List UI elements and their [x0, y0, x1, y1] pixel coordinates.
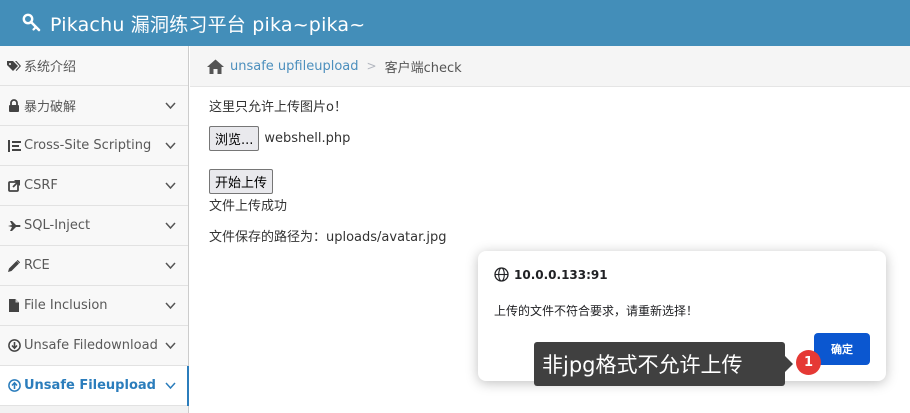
- chevron-down-icon: [165, 302, 176, 310]
- chevron-down-icon: [165, 342, 176, 350]
- annotation-callout: 非jpg格式不允许上传: [534, 342, 785, 386]
- browse-button[interactable]: 浏览...: [209, 126, 260, 151]
- upload-hint: 这里只允许上传图片o！: [209, 100, 347, 115]
- breadcrumb: unsafe upfileupload > 客户端check: [190, 46, 910, 87]
- sidebar-item-label: Cross-Site Scripting: [24, 138, 152, 153]
- sidebar-item-label: 系统介绍: [24, 60, 77, 75]
- sidebar-item-unsafe-fileupload[interactable]: Unsafe Fileupload: [0, 366, 189, 406]
- breadcrumb-current: 客户端check: [384, 60, 462, 76]
- chevron-down-icon: [165, 182, 176, 190]
- sidebar-item-label: CSRF: [24, 178, 58, 193]
- globe-icon: [494, 267, 509, 282]
- key-icon: [22, 13, 41, 32]
- upload-button-row: 开始上传: [209, 169, 274, 194]
- dialog-origin-text: 10.0.0.133:91: [514, 267, 608, 282]
- upload-result: 文件上传成功: [209, 199, 288, 214]
- sidebar-item-xss[interactable]: Cross-Site Scripting: [0, 126, 188, 166]
- download-circle-icon: [7, 339, 21, 353]
- saved-path: 文件保存的路径为：uploads/avatar.jpg: [209, 230, 447, 245]
- sidebar-item-label: 暴力破解: [24, 100, 77, 115]
- home-icon: [207, 59, 224, 74]
- tags-icon: [7, 59, 21, 73]
- sidebar-item-label: SQL-Inject: [24, 218, 91, 233]
- chevron-down-icon: [165, 382, 176, 390]
- dialog-origin: 10.0.0.133:91: [494, 267, 608, 282]
- dialog-ok-button[interactable]: 确定: [814, 333, 870, 365]
- sidebar: 系统介绍 暴力破解 Cross-Site Scripting CSRF SQL-…: [0, 46, 189, 413]
- upload-submit-button[interactable]: 开始上传: [209, 169, 274, 194]
- sidebar-item-csrf[interactable]: CSRF: [0, 166, 188, 206]
- sidebar-item-rce[interactable]: RCE: [0, 246, 188, 286]
- external-link-icon: [7, 179, 21, 193]
- breadcrumb-separator: >: [366, 59, 377, 73]
- sidebar-item-unsafe-filedownload[interactable]: Unsafe Filedownload: [0, 326, 188, 366]
- chevron-down-icon: [165, 222, 176, 230]
- sidebar-item-file-inclusion[interactable]: File Inclusion: [0, 286, 188, 326]
- lock-icon: [7, 99, 21, 113]
- sidebar-item-sql-inject[interactable]: SQL-Inject: [0, 206, 188, 246]
- step-badge: 1: [796, 350, 821, 375]
- chevron-down-icon: [165, 102, 176, 110]
- sidebar-item-label: RCE: [24, 258, 50, 273]
- chevron-down-icon: [165, 142, 176, 150]
- plane-icon: [7, 219, 21, 233]
- upload-circle-icon: [7, 379, 21, 393]
- sidebar-item-label: Unsafe Filedownload: [24, 338, 158, 353]
- callout-arrow: [785, 356, 793, 372]
- app-title[interactable]: Pikachu 漏洞练习平台 pika~pika~: [50, 10, 365, 37]
- top-navbar: Pikachu 漏洞练习平台 pika~pika~: [0, 0, 910, 46]
- pencil-icon: [7, 259, 21, 273]
- dialog-message: 上传的文件不符合要求，请重新选择！: [494, 304, 699, 318]
- file-input-row: 浏览... webshell.php: [209, 126, 350, 151]
- list-tree-icon: [7, 139, 21, 153]
- selected-file-name: webshell.php: [264, 131, 351, 146]
- sidebar-item-label: Unsafe Fileupload: [24, 378, 156, 393]
- sidebar-item-brute-force[interactable]: 暴力破解: [0, 86, 188, 126]
- chevron-down-icon: [165, 262, 176, 270]
- file-icon: [7, 299, 21, 313]
- sidebar-item-intro[interactable]: 系统介绍: [0, 46, 188, 86]
- breadcrumb-link[interactable]: unsafe upfileupload: [230, 59, 359, 74]
- sidebar-item-label: File Inclusion: [24, 298, 108, 313]
